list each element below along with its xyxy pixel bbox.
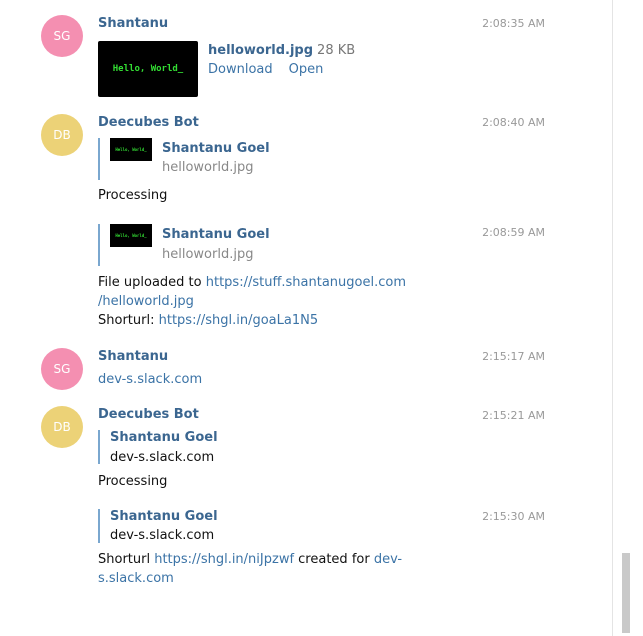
author-name[interactable]: Deecubes Bot [98, 115, 199, 130]
quote-title: Shantanu Goel [110, 509, 218, 524]
quote-bar [98, 509, 100, 543]
upload-url-link[interactable]: https://stuff.shantanugoel.com [206, 275, 406, 290]
quote-bar [98, 430, 100, 464]
message-text: Shorturl https://shgl.in/niJpzwf created… [98, 550, 402, 588]
message-list: SG Shantanu 2:08:35 AM Hello, World_ hel… [0, 0, 612, 636]
message-text: File uploaded to https://stuff.shantanug… [98, 273, 406, 330]
author-name[interactable]: Shantanu [98, 349, 168, 364]
timestamp[interactable]: 2:15:21 AM [482, 409, 545, 422]
quote-body: dev-s.slack.com [110, 528, 215, 543]
quote-title: Shantanu Goel [162, 227, 270, 242]
file-actions: Download Open [208, 62, 339, 77]
quote-title: Shantanu Goel [162, 141, 270, 156]
shorturl-label: Shorturl: [98, 313, 159, 328]
timestamp[interactable]: 2:15:30 AM [482, 510, 545, 523]
file-name[interactable]: helloworld.jpg 28 KB [208, 43, 355, 58]
file-name-text[interactable]: helloworld.jpg [208, 43, 313, 58]
quote-thumbnail[interactable]: Hello, World_ [110, 138, 152, 161]
quote-subtitle: helloworld.jpg [162, 160, 254, 175]
timestamp[interactable]: 2:15:17 AM [482, 350, 545, 363]
quote-bar [98, 138, 100, 180]
quote-body: dev-s.slack.com [110, 450, 215, 465]
author-name[interactable]: Shantanu [98, 16, 168, 31]
timestamp[interactable]: 2:08:59 AM [482, 226, 545, 239]
file-size: 28 KB [317, 43, 356, 58]
shorturl-link[interactable]: https://shgl.in/niJpzwf [154, 552, 294, 567]
quote-title: Shantanu Goel [110, 430, 218, 445]
quote-subtitle: helloworld.jpg [162, 247, 254, 262]
text-prefix: File uploaded to [98, 275, 206, 290]
quote-thumbnail[interactable]: Hello, World_ [110, 224, 152, 247]
file-thumbnail[interactable]: Hello, World_ [98, 41, 198, 97]
timestamp[interactable]: 2:08:35 AM [482, 17, 545, 30]
message-link[interactable]: dev-s.slack.com [98, 372, 202, 387]
open-link[interactable]: Open [289, 62, 324, 77]
upload-url-link-cont[interactable]: /helloworld.jpg [98, 294, 194, 309]
timestamp[interactable]: 2:08:40 AM [482, 116, 545, 129]
avatar[interactable]: SG [41, 15, 83, 57]
domain-link[interactable]: dev- [374, 552, 402, 567]
quote-bar [98, 224, 100, 266]
author-name[interactable]: Deecubes Bot [98, 407, 199, 422]
message-text: Processing [98, 188, 168, 203]
text-prefix: Shorturl [98, 552, 155, 567]
scrollbar-thumb[interactable] [622, 553, 630, 633]
avatar[interactable]: DB [41, 114, 83, 156]
avatar[interactable]: SG [41, 348, 83, 390]
download-link[interactable]: Download [208, 62, 273, 77]
avatar[interactable]: DB [41, 406, 83, 448]
text-middle: created for [294, 552, 374, 567]
message-text: Processing [98, 474, 168, 489]
scrollbar[interactable] [613, 0, 643, 636]
domain-link-cont[interactable]: s.slack.com [98, 571, 174, 586]
shorturl-link[interactable]: https://shgl.in/goaLa1N5 [159, 313, 319, 328]
message-text: dev-s.slack.com [98, 370, 202, 389]
